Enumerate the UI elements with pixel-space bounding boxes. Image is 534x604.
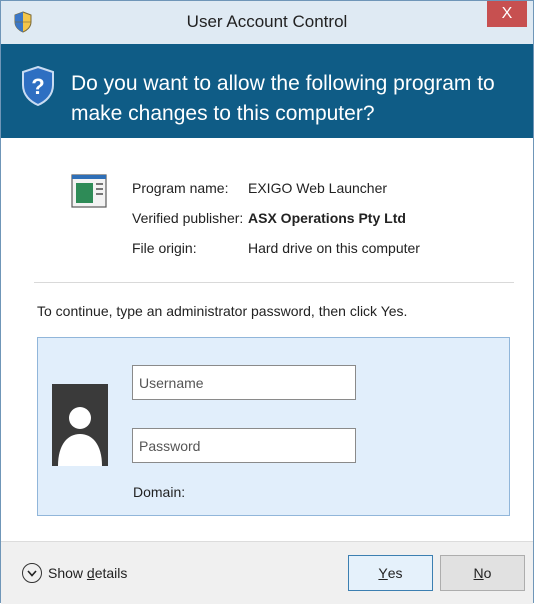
show-details-label: Show details [48, 565, 128, 581]
username-field[interactable] [132, 365, 356, 400]
credential-instruction: To continue, type an administrator passw… [37, 303, 408, 319]
domain-label: Domain: [133, 484, 186, 500]
password-field[interactable] [132, 428, 356, 463]
yes-button[interactable]: Yes [348, 555, 433, 591]
no-button[interactable]: No [440, 555, 525, 591]
chevron-down-icon [22, 563, 42, 583]
program-name-row: Program name: EXIGO Web Launcher [132, 180, 387, 196]
show-details-toggle[interactable]: Show details [22, 563, 127, 583]
divider [34, 282, 514, 283]
program-name-value: EXIGO Web Launcher [248, 180, 388, 196]
publisher-row: Verified publisher: ASX Operations Pty Lt… [132, 210, 406, 226]
publisher-value: ASX Operations Pty Ltd [248, 210, 406, 226]
svg-text:?: ? [31, 74, 44, 99]
publisher-label: Verified publisher: [132, 210, 244, 226]
close-button[interactable]: X [487, 1, 527, 27]
user-avatar-icon [52, 384, 108, 466]
file-origin-row: File origin: Hard drive on this computer [132, 240, 420, 256]
file-origin-value: Hard drive on this computer [248, 240, 420, 256]
footer-bar: Show details Yes No [1, 541, 533, 604]
question-shield-icon: ? [22, 66, 54, 106]
title-bar: User Account Control X [1, 1, 533, 44]
credential-panel: Domain: [37, 337, 510, 516]
prompt-question: Do you want to allow the following progr… [71, 72, 495, 125]
file-origin-label: File origin: [132, 240, 197, 256]
program-window-icon [71, 174, 107, 208]
window-title: User Account Control [186, 12, 348, 31]
header-banner: ? Do you want to allow the following pro… [1, 44, 533, 138]
program-name-label: Program name: [132, 180, 229, 196]
uac-dialog: User Account Control X ? Do you want to … [0, 0, 534, 604]
